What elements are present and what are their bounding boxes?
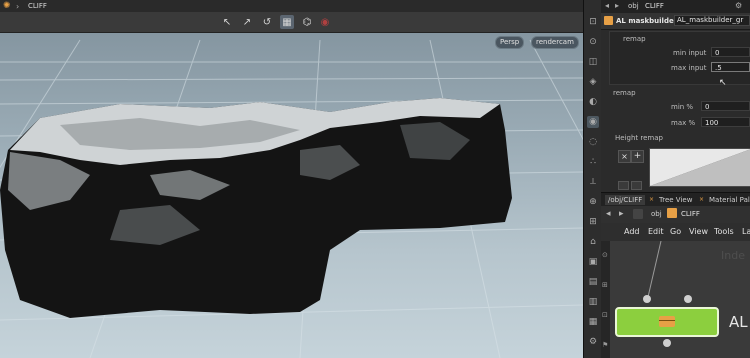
tab-tree-view[interactable]: Tree View — [659, 195, 692, 205]
menu-layout[interactable]: La — [742, 227, 750, 236]
viewport-scene — [0, 39, 583, 358]
parameter-header: AL maskbuilder AL_maskbuilder_gr — [601, 13, 750, 30]
shading-icon[interactable]: ◉ — [587, 116, 599, 128]
node-type-label: AL maskbuilder — [616, 17, 678, 25]
path-obj-label[interactable]: obj — [628, 2, 639, 10]
ortho-icon[interactable]: ⊞ — [587, 216, 599, 228]
node-name-field[interactable]: AL_maskbuilder_gr — [674, 15, 750, 26]
cliff-rock-mesh — [0, 98, 512, 318]
grid-icon[interactable]: ▦ — [280, 15, 294, 29]
camera-render-dropdown[interactable]: rendercam — [531, 36, 579, 49]
node-output-connector[interactable] — [663, 339, 671, 347]
frame-icon[interactable]: ▣ — [587, 256, 599, 268]
menu-view[interactable]: View — [689, 227, 708, 236]
node-type-icon — [604, 16, 613, 25]
network-editor[interactable]: Inde AL — [601, 241, 750, 358]
back-arrow-icon[interactable]: ◂ — [606, 209, 611, 219]
camera-icon[interactable]: ◈ — [587, 76, 599, 88]
ramp-curve — [650, 149, 750, 186]
light-icon[interactable]: ◐ — [587, 96, 599, 108]
wireframe-icon[interactable]: ◌ — [587, 136, 599, 148]
min-input-field[interactable]: 0 — [711, 47, 750, 57]
menu-tools[interactable]: Tools — [714, 227, 734, 236]
remap-section-label: remap — [623, 35, 646, 43]
node-box-icon — [659, 316, 675, 327]
tab-close-icon[interactable]: × — [649, 195, 654, 205]
node-label: AL — [729, 313, 748, 331]
menu-add[interactable]: Add — [624, 227, 640, 236]
home-icon[interactable]: ⌂ — [587, 236, 599, 248]
network-path-obj[interactable]: obj — [651, 210, 662, 218]
lock-icon[interactable]: ⊡ — [587, 16, 599, 28]
path-arrow-icon: › — [16, 2, 20, 11]
right-panel: ◂ ▸ obj CLIFF ⚙ AL maskbuilder AL_maskbu… — [601, 0, 750, 358]
display-options-icon[interactable]: ⊙ — [587, 36, 599, 48]
network-path-bar: ◂ ▸ obj CLIFF — [601, 206, 750, 224]
camera-persp-dropdown[interactable]: Persp — [495, 36, 525, 49]
network-path-node[interactable]: CLIFF — [681, 210, 700, 218]
max-input-label: max input — [671, 64, 707, 72]
viewport-display-toolbar: ⊡ ⊙ ◫ ◈ ◐ ◉ ◌ ∴ ⟂ ⊕ ⊞ ⌂ ▣ ▤ ▥ ▦ ⚙ — [583, 0, 602, 358]
menu-go[interactable]: Go — [670, 227, 681, 236]
pin-icon[interactable]: ⊙ — [602, 251, 608, 259]
layout-icon[interactable]: ⊞ — [602, 281, 608, 289]
node-input-connector[interactable] — [643, 295, 651, 303]
ramp-interp-icon[interactable] — [631, 181, 642, 190]
background-icon[interactable]: ▤ — [587, 276, 599, 288]
flag-icon[interactable]: ⚑ — [602, 341, 608, 349]
move-icon[interactable]: ↗ — [240, 15, 254, 29]
tab-close-icon[interactable]: × — [699, 195, 704, 205]
tab-material-palette[interactable]: Material Palette — [709, 195, 750, 205]
max-percent-field[interactable]: 100 — [701, 117, 750, 127]
ruler-icon[interactable]: ▦ — [587, 316, 599, 328]
min-percent-field[interactable]: 0 — [701, 101, 750, 111]
height-remap-ramp[interactable] — [649, 148, 750, 187]
gear-icon[interactable]: ⚙ — [735, 1, 742, 10]
node-wires — [647, 241, 662, 298]
back-arrow-icon[interactable]: ◂ — [605, 1, 609, 10]
menu-edit[interactable]: Edit — [648, 227, 664, 236]
normals-icon[interactable]: ⟂ — [587, 176, 599, 188]
add-point-icon[interactable]: + — [631, 150, 644, 163]
delete-point-icon[interactable]: × — [618, 150, 631, 163]
al-maskbuilder-node[interactable] — [615, 307, 719, 337]
parameter-path-bar: ◂ ▸ obj CLIFF ⚙ — [601, 0, 750, 14]
scene-viewport[interactable]: ✺ › CLIFF ↖ ↗ ↺ ▦ ⌬ ◉ Persp rendercam — [0, 0, 583, 358]
houdini-logo-icon: ✺ — [3, 1, 11, 11]
node-box-lid — [659, 320, 675, 321]
max-input-field[interactable]: .5 — [711, 62, 750, 72]
node-input-connector[interactable] — [684, 295, 692, 303]
snap-icon[interactable]: ⊕ — [587, 196, 599, 208]
ramp-key-icon[interactable] — [618, 181, 629, 190]
path-node-label[interactable]: CLIFF — [645, 2, 664, 10]
tab-obj-cliff[interactable]: /obj/CLIFF — [605, 195, 646, 205]
ghost-icon[interactable]: ◫ — [587, 56, 599, 68]
obj-context-icon — [633, 209, 643, 219]
guide-icon[interactable]: ▥ — [587, 296, 599, 308]
network-side-toolbar: ⊙ ⊞ ⊡ ⚑ — [601, 241, 610, 358]
wire-icon[interactable]: ⌬ — [300, 15, 314, 29]
point-display-icon[interactable]: ∴ — [587, 156, 599, 168]
settings-icon[interactable]: ⚙ — [587, 336, 599, 348]
select-icon[interactable]: ↖ — [220, 15, 234, 29]
viewport-toolbar: ↖ ↗ ↺ ▦ ⌬ ◉ — [0, 12, 583, 33]
record-icon[interactable]: ◉ — [318, 15, 332, 29]
grid-snap-icon[interactable]: ⊡ — [602, 311, 608, 319]
min-input-label: min input — [673, 49, 707, 57]
network-menu-bar: Add Edit Go View Tools La — [601, 223, 750, 242]
cliff-node-icon — [667, 208, 677, 218]
min-percent-label: min % — [671, 103, 694, 111]
max-percent-label: max % — [671, 119, 696, 127]
rotate-icon[interactable]: ↺ — [260, 15, 274, 29]
mouse-cursor-icon: ↖ — [719, 78, 727, 88]
remap-label: remap — [613, 89, 636, 97]
forward-arrow-icon[interactable]: ▸ — [619, 209, 624, 219]
height-remap-label: Height remap — [615, 134, 663, 142]
forward-arrow-icon[interactable]: ▸ — [615, 1, 619, 10]
viewport-path-label[interactable]: CLIFF — [28, 2, 47, 10]
